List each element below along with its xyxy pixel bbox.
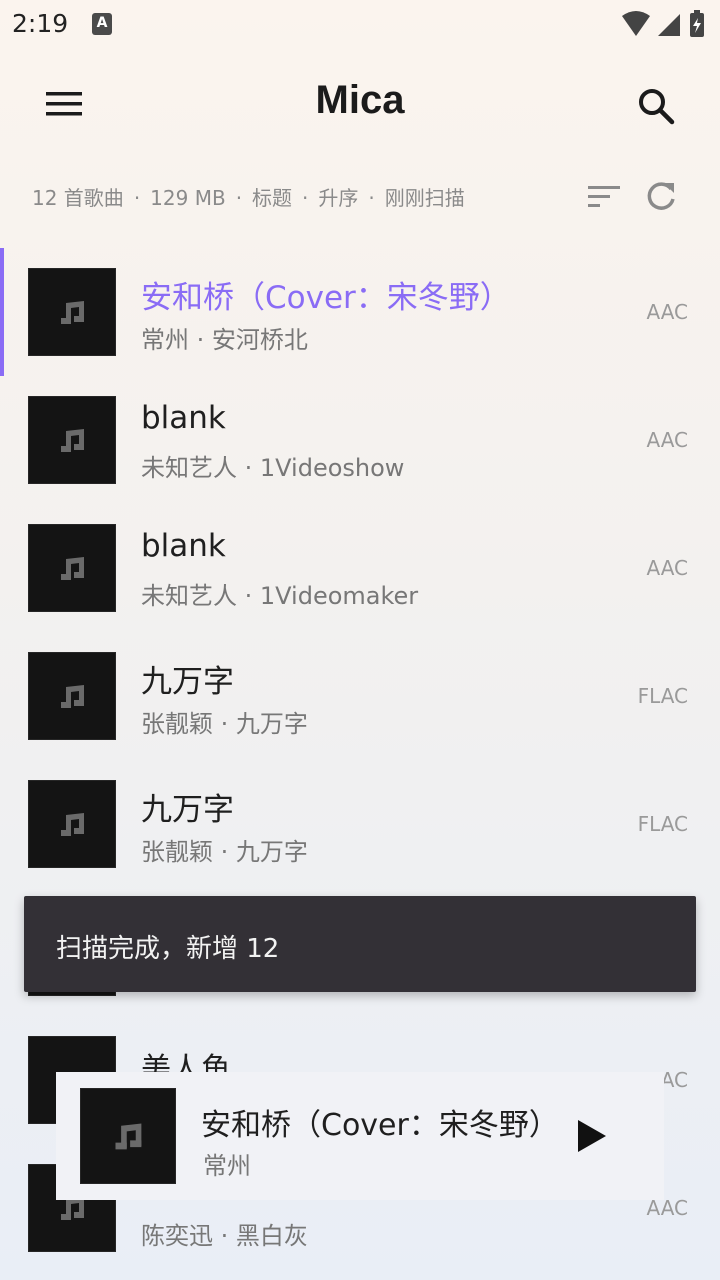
library-info-bar: 12 首歌曲 · 129 MB · 标题 · 升序 · 刚刚扫描 [32,182,592,214]
status-icons [620,10,708,40]
status-time: 2:19 [12,9,69,38]
song-subtitle: 张靓颖 · 九万字 [141,710,308,738]
album-cover [28,780,116,868]
separator: · [302,186,309,210]
music-note-icon [61,813,84,836]
sort-icon [588,186,620,207]
song-row[interactable]: blank 未知艺人 · 1Videomaker AAC [0,504,720,632]
music-note-icon [115,1123,142,1150]
wifi-icon [622,11,650,36]
now-playing-title: 安和桥（Cover：宋冬野） [201,1100,561,1144]
song-row[interactable]: 九万字 张靓颖 · 九万字 FLAC [0,632,720,760]
song-row[interactable]: 安和桥（Cover：宋冬野） 常州 · 安河桥北 AAC [0,248,720,376]
app-title: Mica [315,78,405,122]
now-playing-title-text: 安和桥（Cover：宋冬野） [201,1108,559,1143]
format-badge: FLAC [637,812,688,836]
search-button[interactable] [632,82,680,130]
song-title: blank [141,400,226,436]
separator: · [235,186,243,210]
sort-order[interactable]: 升序 [318,182,358,211]
separator: · [368,186,375,210]
album-cover [28,396,116,484]
snackbar: 扫描完成，新增 12 [24,896,696,992]
song-subtitle: 张靓颖 · 九万字 [141,838,308,866]
album-cover [28,268,116,356]
music-note-icon [61,301,84,324]
refresh-button[interactable] [642,178,680,216]
song-count: 12 首歌曲 [32,186,124,210]
status-bar: 2:19 A [0,0,720,52]
song-title: 安和桥（Cover：宋冬野） [141,280,511,316]
sort-field[interactable]: 标题 [252,182,292,211]
song-title: 美人鱼 [141,1052,231,1074]
now-playing-artist: 常州 [203,1152,251,1180]
song-title: 九万字 [141,792,234,828]
album-cover [28,652,116,740]
sort-button[interactable] [586,181,622,213]
separator: · [133,186,141,210]
song-title: 九万字 [141,664,234,700]
music-note-icon [61,685,84,708]
now-playing-cover [80,1088,176,1184]
battery-icon [690,10,704,37]
format-badge: FLAC [637,684,688,708]
search-icon [639,89,675,125]
app-bar: Mica [0,56,720,152]
play-icon [578,1120,606,1152]
scan-status: 刚刚扫描 [384,186,465,210]
signal-icon [658,14,680,36]
play-button[interactable] [574,1116,610,1156]
song-subtitle: 常州 · 安河桥北 [141,326,308,354]
song-subtitle: 未知艺人 · 1Videoshow [141,454,405,482]
format-badge: AAC [646,428,688,452]
now-playing-indicator [0,248,4,376]
song-row[interactable]: 九万字 张靓颖 · 九万字 FLAC [0,760,720,888]
format-badge: AAC [646,556,688,580]
song-row[interactable]: blank 未知艺人 · 1Videoshow AAC [0,376,720,504]
song-subtitle: 陈奕迅 · 黑白灰 [141,1222,308,1250]
notification-icon: A [92,13,112,35]
library-size: 129 MB [150,186,226,210]
snackbar-message: 扫描完成，新增 12 [56,934,280,964]
format-badge: AAC [646,300,688,324]
album-cover [28,524,116,612]
song-title: blank [141,528,226,564]
song-subtitle: 未知艺人 · 1Videomaker [141,582,419,610]
music-note-icon [61,557,84,580]
mini-player[interactable]: 安和桥（Cover：宋冬野） 常州 [56,1072,664,1200]
music-note-icon [61,429,84,452]
refresh-icon [647,182,675,210]
